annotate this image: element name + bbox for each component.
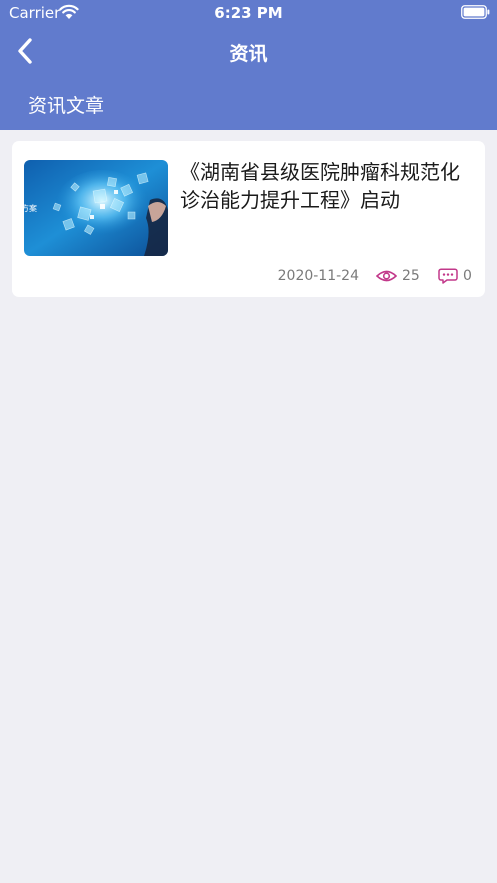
page-title: 资讯 bbox=[229, 43, 268, 65]
article-card[interactable]: 方案 《湖南省县级医院肿瘤科规范化诊治能力提升工程》启动 2020-11-24 … bbox=[12, 141, 485, 297]
eye-icon bbox=[376, 270, 397, 282]
navigation-bar: 资讯 bbox=[0, 26, 497, 76]
thumbnail-caption: 方案 bbox=[24, 203, 37, 213]
article-meta: 2020-11-24 25 0 bbox=[12, 267, 485, 287]
battery-icon bbox=[461, 5, 490, 19]
comment-count: 0 bbox=[463, 268, 472, 284]
view-count: 25 bbox=[402, 268, 420, 284]
screen: Carrier 6:23 PM 资讯 资讯文章 方案 《湖南省县级医院肿瘤科规范… bbox=[0, 0, 497, 883]
status-time: 6:23 PM bbox=[214, 4, 283, 22]
thumbnail-image: 方案 bbox=[24, 160, 168, 256]
header: Carrier 6:23 PM 资讯 资讯文章 bbox=[0, 0, 497, 130]
article-title[interactable]: 《湖南省县级医院肿瘤科规范化诊治能力提升工程》启动 bbox=[180, 158, 475, 214]
comment-bubble-icon bbox=[438, 268, 458, 284]
section-tab-articles[interactable]: 资讯文章 bbox=[28, 91, 104, 118]
article-date: 2020-11-24 bbox=[277, 268, 359, 284]
article-thumbnail: 方案 bbox=[24, 160, 168, 256]
status-bar: Carrier 6:23 PM bbox=[0, 0, 497, 26]
